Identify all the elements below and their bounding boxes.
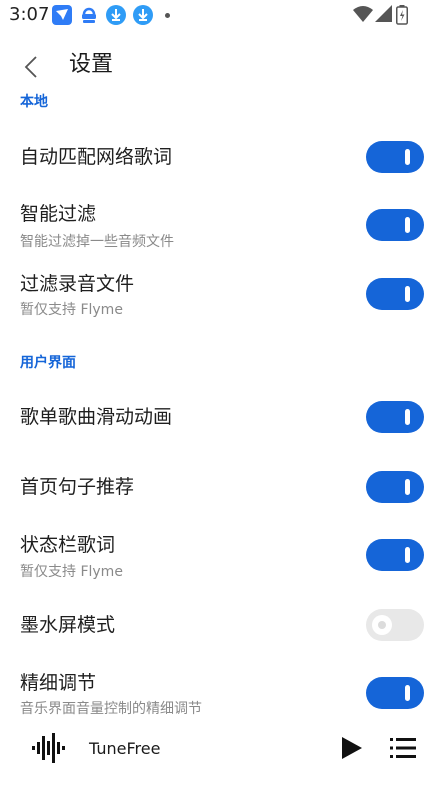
feishu-icon — [52, 5, 72, 25]
page-title: 设置 — [69, 52, 114, 77]
chevron-left-icon — [24, 56, 37, 78]
status-bar: 3:07 — [0, 0, 443, 30]
section-header-ui: 用户界面 — [20, 355, 76, 371]
signal-icon — [375, 5, 392, 22]
status-time: 3:07 — [9, 4, 50, 25]
filter-recordings-toggle[interactable] — [366, 278, 424, 310]
download-icon — [106, 5, 126, 25]
setting-subtitle: 暂仅支持 Flyme — [20, 564, 123, 580]
smart-filter-toggle[interactable] — [366, 209, 424, 241]
section-header-local: 本地 — [20, 94, 48, 110]
audio-waveform-icon[interactable] — [31, 733, 67, 763]
back-button[interactable] — [14, 50, 48, 84]
toggle-knob — [372, 615, 392, 635]
toggle-knob — [405, 286, 410, 302]
setting-filter-recordings[interactable]: 过滤录音文件 暂仅支持 Flyme — [0, 262, 443, 328]
toggle-knob — [405, 479, 410, 495]
setting-home-quote[interactable]: 首页句子推荐 — [0, 460, 443, 516]
setting-smart-filter[interactable]: 智能过滤 智能过滤掉一些音频文件 — [0, 192, 443, 262]
setting-title: 过滤录音文件 — [20, 273, 135, 295]
setting-title: 自动匹配网络歌词 — [20, 146, 173, 168]
toggle-knob — [405, 149, 410, 165]
setting-title: 歌单歌曲滑动动画 — [20, 406, 173, 428]
toggle-knob — [405, 217, 410, 233]
setting-subtitle: 暂仅支持 Flyme — [20, 302, 123, 318]
setting-title: 墨水屏模式 — [20, 614, 116, 636]
setting-subtitle: 智能过滤掉一些音频文件 — [20, 234, 174, 250]
fine-tuning-toggle[interactable] — [366, 677, 424, 709]
download-badge-icon — [82, 7, 96, 23]
setting-eink-mode[interactable]: 墨水屏模式 — [0, 598, 443, 654]
toggle-knob — [405, 409, 410, 425]
player-track-title: TuneFree — [89, 739, 161, 758]
play-icon[interactable] — [338, 735, 364, 761]
setting-playlist-animation[interactable]: 歌单歌曲滑动动画 — [0, 390, 443, 446]
setting-statusbar-lyrics[interactable]: 状态栏歌词 暂仅支持 Flyme — [0, 524, 443, 590]
toggle-knob — [405, 685, 410, 701]
auto-match-lyrics-toggle[interactable] — [366, 141, 424, 173]
app-bar: 设置 — [0, 30, 443, 102]
setting-title: 智能过滤 — [20, 203, 97, 225]
mini-player-bar[interactable]: TuneFree — [0, 716, 443, 788]
toggle-knob — [405, 547, 410, 563]
statusbar-lyrics-toggle[interactable] — [366, 539, 424, 571]
settings-screen: 3:07 设置 本地 自动匹配网络歌词 智能过滤 智能过滤掉一些音频文件 过滤录… — [0, 0, 443, 788]
notification-dot-icon — [165, 13, 170, 18]
wifi-icon — [353, 6, 373, 22]
playlist-icon[interactable] — [390, 736, 416, 760]
setting-auto-match-lyrics[interactable]: 自动匹配网络歌词 — [0, 130, 443, 184]
download-icon — [133, 5, 153, 25]
home-quote-toggle[interactable] — [366, 471, 424, 503]
battery-icon — [396, 5, 408, 25]
setting-title: 精细调节 — [20, 672, 97, 694]
setting-title: 首页句子推荐 — [20, 476, 135, 498]
playlist-animation-toggle[interactable] — [366, 401, 424, 433]
setting-fine-tuning[interactable]: 精细调节 音乐界面音量控制的精细调节 — [0, 662, 443, 722]
eink-mode-toggle[interactable] — [366, 609, 424, 641]
setting-title: 状态栏歌词 — [20, 534, 116, 556]
